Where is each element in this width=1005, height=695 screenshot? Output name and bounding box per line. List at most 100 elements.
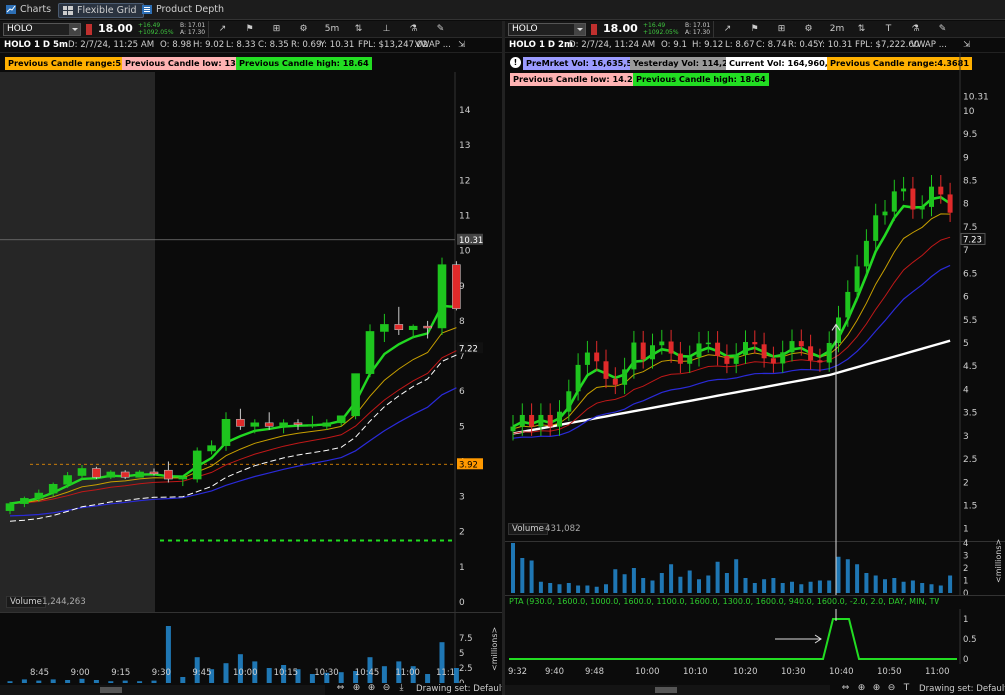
candle bbox=[510, 414, 516, 441]
info-open: O: 8.98 bbox=[160, 40, 192, 50]
study-name[interactable]: VWAP ... bbox=[415, 40, 451, 50]
style-icon[interactable]: ⇅ bbox=[855, 24, 868, 35]
volume-tick-label: 2 bbox=[963, 564, 968, 574]
tab-flexible-grid[interactable]: Flexible Grid bbox=[58, 3, 144, 18]
candle-body bbox=[603, 361, 609, 379]
horizontal-scrollbar[interactable] bbox=[505, 685, 830, 695]
compare-icon[interactable]: ⊞ bbox=[775, 24, 788, 35]
price-tick-label: 5 bbox=[963, 339, 969, 349]
chevron-down-icon[interactable] bbox=[69, 24, 80, 35]
info-low: L: 8.67 bbox=[725, 40, 755, 50]
time-tick-label: 10:40 bbox=[829, 667, 854, 677]
candle bbox=[798, 329, 804, 356]
gear-icon[interactable]: ⚙ bbox=[297, 24, 310, 35]
candle bbox=[696, 331, 702, 367]
candle bbox=[789, 329, 795, 362]
candle-body bbox=[891, 191, 897, 212]
zoom-in-icon[interactable]: ⊕ bbox=[365, 683, 378, 694]
candle-body bbox=[293, 422, 303, 425]
candle bbox=[322, 419, 332, 430]
candle bbox=[380, 313, 389, 342]
candle bbox=[631, 330, 637, 379]
save-drawing-icon[interactable]: ⤓ bbox=[395, 683, 408, 694]
zoom-in-icon[interactable]: ⊕ bbox=[870, 683, 883, 694]
zoom-out-icon[interactable]: ⊖ bbox=[885, 683, 898, 694]
divider bbox=[505, 595, 1005, 596]
pta-study-label[interactable]: PTA (930.0, 1600.0, 1000.0, 1600.0, 1100… bbox=[509, 597, 939, 606]
drawing-icon[interactable]: ✎ bbox=[434, 24, 447, 35]
price-tag-level: 3.92 bbox=[459, 460, 478, 470]
volume-bar bbox=[845, 559, 850, 593]
chevron-down-icon[interactable] bbox=[574, 24, 585, 35]
interval-button[interactable]: 5m bbox=[322, 24, 342, 35]
interval-button[interactable]: 2m bbox=[827, 24, 847, 35]
volume-bar bbox=[948, 575, 953, 593]
candle-body bbox=[63, 475, 72, 485]
share-icon[interactable]: ↗ bbox=[216, 24, 229, 35]
volume-unit: <millions> bbox=[490, 627, 499, 671]
crosshair-icon[interactable]: ⊕ bbox=[855, 683, 868, 694]
zoom-out-icon[interactable]: ⊖ bbox=[380, 683, 393, 694]
candle-body bbox=[910, 188, 916, 210]
price-tick-label: 9 bbox=[963, 153, 969, 163]
divider bbox=[208, 21, 209, 38]
change-pct: +1092.05% bbox=[643, 29, 679, 36]
candle-body bbox=[687, 357, 693, 364]
alert-icon[interactable]: ⚑ bbox=[748, 24, 761, 35]
time-tick-label: 10:30 bbox=[314, 668, 339, 678]
right-toolbar: HOLO 18.00 +16.49 +1092.05% B: 17.01 A: 17… bbox=[505, 21, 1005, 38]
alert-icon[interactable]: ⚑ bbox=[243, 24, 256, 35]
symbol-flag bbox=[591, 24, 597, 35]
candle-body bbox=[236, 418, 245, 427]
position-icon[interactable]: ⊥ bbox=[380, 24, 393, 35]
pan-icon[interactable]: ⇔ bbox=[839, 683, 852, 694]
text-tool-icon[interactable]: T bbox=[882, 24, 895, 35]
tab-product-depth[interactable]: Product Depth bbox=[138, 3, 230, 18]
compare-icon[interactable]: ⊞ bbox=[270, 24, 283, 35]
collapse-icon[interactable]: ⇲ bbox=[963, 40, 970, 50]
candle-body bbox=[221, 418, 231, 446]
volume-bar bbox=[715, 561, 720, 593]
candle-body bbox=[336, 415, 346, 424]
study-name[interactable]: VWAP ... bbox=[911, 40, 947, 50]
time-tick-label: 10:00 bbox=[635, 667, 660, 677]
price-tick-label: 8 bbox=[963, 200, 969, 210]
right-volume-chart: 43210<millions> bbox=[511, 537, 1003, 595]
style-icon[interactable]: ⇅ bbox=[352, 24, 365, 35]
volume-bar bbox=[511, 543, 515, 593]
flask-icon[interactable]: ⚗ bbox=[909, 24, 922, 35]
pan-icon[interactable]: ⇔ bbox=[334, 683, 347, 694]
symbol-input[interactable]: HOLO bbox=[3, 23, 81, 36]
candle-body bbox=[77, 468, 87, 476]
right-price-chart[interactable]: 10.31 10 9.5 9 8.5 8 7.5 7 6.5 6 5.5 5 4.5 4 3.5 3 2.5 2 1… bbox=[505, 53, 1005, 541]
change-abs: +16.49 bbox=[643, 22, 666, 29]
change-pct: +1092.05% bbox=[138, 29, 174, 36]
crosshair-icon[interactable]: ⊕ bbox=[350, 683, 363, 694]
volume-bar bbox=[892, 578, 897, 593]
left-price-chart[interactable]: 1413121110987654321010.317.223.92 bbox=[0, 72, 502, 612]
text-tool-icon[interactable]: T bbox=[900, 683, 913, 694]
volume-bar bbox=[938, 585, 943, 593]
tab-charts[interactable]: Charts bbox=[2, 3, 57, 18]
time-tick-label: 9:30 bbox=[152, 668, 171, 678]
collapse-icon[interactable]: ⇲ bbox=[458, 40, 465, 50]
volume-bar bbox=[920, 583, 925, 593]
drawing-set[interactable]: Drawing set: Default bbox=[416, 684, 505, 694]
candle-body bbox=[365, 331, 375, 374]
volume-label: Volume bbox=[508, 523, 548, 535]
candle-body bbox=[715, 342, 721, 356]
scroll-thumb[interactable] bbox=[655, 687, 677, 693]
candle-body bbox=[650, 345, 655, 360]
horizontal-scrollbar[interactable] bbox=[0, 685, 325, 695]
candle bbox=[929, 175, 934, 217]
price-tick-label: 7 bbox=[963, 246, 969, 256]
scroll-thumb[interactable] bbox=[100, 687, 122, 693]
drawing-icon[interactable]: ✎ bbox=[936, 24, 949, 35]
drawing-set[interactable]: Drawing set: Default bbox=[919, 684, 1005, 694]
candle-body bbox=[437, 264, 447, 329]
flask-icon[interactable]: ⚗ bbox=[407, 24, 420, 35]
gear-icon[interactable]: ⚙ bbox=[802, 24, 815, 35]
share-icon[interactable]: ↗ bbox=[721, 24, 734, 35]
symbol-input[interactable]: HOLO bbox=[508, 23, 586, 36]
time-tick-label: 10:50 bbox=[877, 667, 902, 677]
